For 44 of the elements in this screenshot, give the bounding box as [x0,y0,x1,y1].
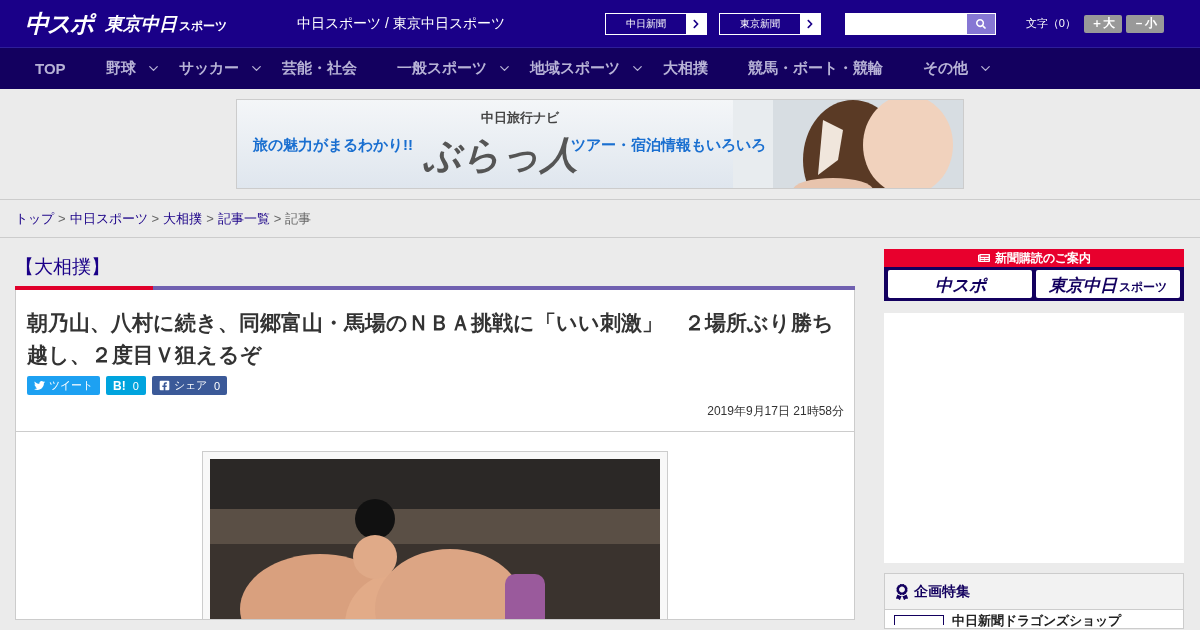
nav-item[interactable]: TOP [35,60,66,77]
breadcrumb-separator: > [151,211,160,226]
nav-item[interactable]: 一般スポーツ [396,59,512,78]
award-icon [894,583,910,600]
font-size-label: 文字（0） [1025,16,1076,31]
breadcrumb-link[interactable]: トップ [15,209,54,228]
newspaper-icon [977,252,990,264]
nav-item[interactable]: その他 [922,59,993,78]
banner-tagline: 旅の魅力がまるわかり!! [253,136,413,155]
breadcrumb-separator: > [273,211,282,226]
breadcrumb-link[interactable]: 大相撲 [163,209,203,228]
newspaper-link[interactable]: 中日新聞 [604,12,707,35]
nav-item[interactable]: 野球 [105,59,161,78]
breadcrumb-current: 記事 [285,209,312,228]
article-title: 朝乃山、八村に続き、同郷富山・馬場のＮＢＡ挑戦に「いい刺激」 ２場所ぶり勝ち越し、２度目Ｖ狙えるぞ [25,310,835,368]
search-field[interactable] [844,12,996,35]
breadcrumb-link[interactable]: 中日スポーツ [69,209,148,228]
bird-icon [34,380,45,391]
publish-date: 2019年9月17日 21時58分 [706,403,845,420]
facebook-icon [158,380,170,391]
search-button[interactable] [966,13,995,34]
thumbnail-icon [894,615,944,625]
feature-title: 企画特集 [914,582,970,601]
nav-item[interactable]: サッカー [178,59,264,78]
nav-item[interactable]: 競馬・ボート・競輪 [747,59,883,78]
nav-item[interactable]: 地域スポーツ [529,59,645,78]
site-names: 中日スポーツ / 東京中日スポーツ [297,14,505,33]
chevron-right-icon [804,18,815,29]
newspaper-logo-link[interactable]: 中スポ [888,270,1032,298]
site-logo[interactable]: 東京中日スポーツ [105,11,227,36]
share-button[interactable]: シェア 0 [151,376,228,395]
subscription-title: 新聞購読のご案内 [994,249,1091,267]
banner-brand: 中日旅行ナビ [481,109,559,127]
newspaper-logo-link[interactable]: 東京中日スポーツ [1036,270,1180,298]
breadcrumb-separator: > [58,211,66,226]
chevron-right-icon [690,18,701,29]
feature-item[interactable]: 中日新聞ドラゴンズショップ [885,610,1183,628]
breadcrumb-separator: > [206,211,214,226]
newspaper-link[interactable]: 東京新聞 [718,12,821,35]
nav-item[interactable]: 芸能・社会 [281,59,357,78]
nav-item[interactable]: 大相撲 [662,59,708,78]
breadcrumb-link[interactable]: 記事一覧 [217,209,270,228]
search-icon [975,18,986,29]
category-heading: 【大相撲】 [15,255,111,279]
